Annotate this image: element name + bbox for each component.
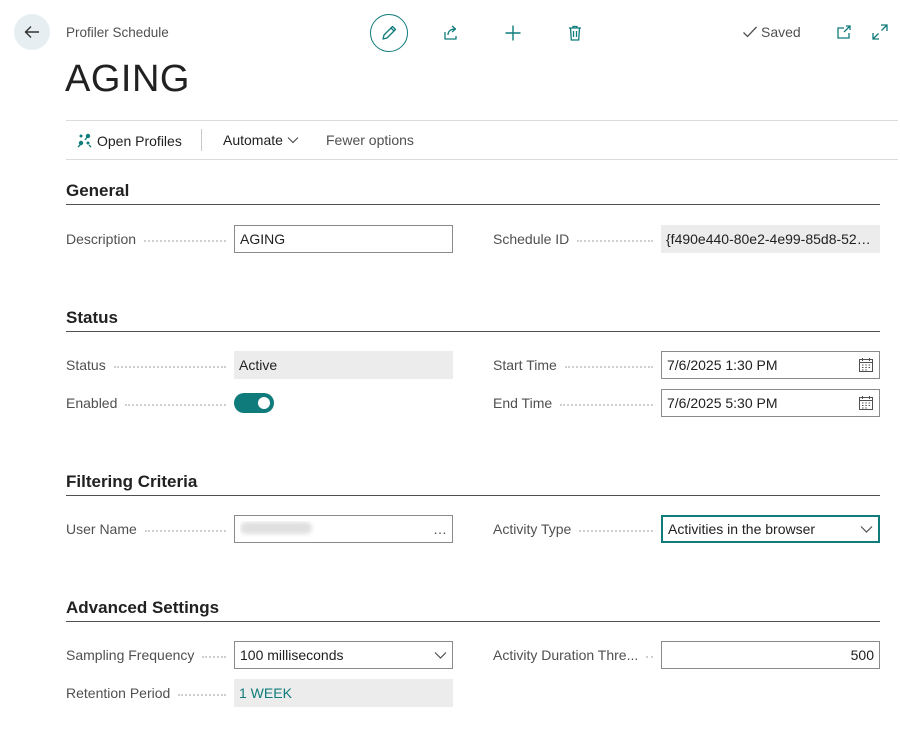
activity-type-value: Activities in the browser	[668, 521, 816, 537]
chevron-down-icon	[434, 652, 447, 659]
automate-label: Automate	[223, 132, 283, 148]
end-time-label: End Time	[493, 395, 653, 411]
advanced-section-title[interactable]: Advanced Settings	[66, 598, 219, 618]
sampling-frequency-label: Sampling Frequency	[66, 647, 226, 663]
checkmark-icon	[743, 26, 757, 38]
start-time-label-text: Start Time	[493, 357, 557, 373]
activity-duration-label-text: Activity Duration Thre...	[493, 647, 639, 663]
user-name-lookup-button[interactable]: …	[433, 521, 447, 537]
calendar-icon	[859, 358, 873, 372]
enabled-label-text: Enabled	[66, 395, 118, 411]
activity-type-label: Activity Type	[493, 521, 653, 537]
open-profiles-label: Open Profiles	[97, 132, 182, 149]
sampling-frequency-dropdown[interactable]	[434, 651, 447, 659]
action-separator	[201, 129, 202, 151]
profiles-icon	[77, 133, 92, 148]
retention-period-field[interactable]: 1 WEEK	[234, 679, 453, 707]
status-field: Active	[234, 351, 453, 379]
status-value: Active	[239, 357, 278, 373]
calendar-icon	[859, 396, 873, 410]
share-icon	[444, 25, 457, 40]
expand-button[interactable]	[868, 20, 892, 44]
start-time-label: Start Time	[493, 357, 653, 373]
start-time-field[interactable]: 7/6/2025 1:30 PM	[661, 351, 880, 379]
expand-diagonal-icon	[872, 24, 888, 40]
retention-period-value[interactable]: 1 WEEK	[239, 685, 448, 701]
schedule-id-value: {f490e440-80e2-4e99-85d8-52d...	[666, 231, 875, 247]
popout-button[interactable]	[832, 20, 856, 44]
retention-period-label-text: Retention Period	[66, 685, 171, 701]
page-title: AGING	[65, 58, 190, 100]
status-label: Status	[66, 357, 226, 373]
status-label-text: Status	[66, 357, 106, 373]
activity-duration-value: 500	[850, 647, 874, 663]
filtering-section-title[interactable]: Filtering Criteria	[66, 472, 197, 492]
saved-status: Saved	[742, 24, 801, 40]
trash-icon	[569, 25, 581, 41]
schedule-id-field: {f490e440-80e2-4e99-85d8-52d...	[661, 225, 880, 253]
end-time-calendar-button[interactable]	[858, 395, 874, 411]
user-name-value-redacted	[240, 521, 427, 537]
new-button[interactable]	[500, 20, 526, 46]
schedule-id-label: Schedule ID	[493, 231, 653, 247]
description-label: Description	[66, 231, 226, 247]
page-caption: Profiler Schedule	[66, 25, 169, 40]
description-field[interactable]: AGING	[234, 225, 453, 253]
activity-duration-label: Activity Duration Thre...	[493, 647, 653, 663]
status-section-title[interactable]: Status	[66, 308, 118, 328]
start-time-value: 7/6/2025 1:30 PM	[667, 357, 778, 373]
action-bar: Open Profiles Automate Fewer options	[66, 120, 898, 160]
back-arrow-icon	[24, 26, 39, 38]
general-section-rule	[66, 204, 880, 205]
fewer-options-label: Fewer options	[326, 132, 414, 148]
open-profiles-action[interactable]: Open Profiles	[76, 132, 182, 149]
description-label-text: Description	[66, 231, 137, 247]
user-name-label-text: User Name	[66, 521, 137, 537]
retention-period-label: Retention Period	[66, 685, 226, 701]
sampling-frequency-label-text: Sampling Frequency	[66, 647, 195, 663]
end-time-label-text: End Time	[493, 395, 553, 411]
enabled-label: Enabled	[66, 395, 226, 411]
user-name-label: User Name	[66, 521, 226, 537]
plus-icon	[505, 25, 521, 41]
open-in-new-window-icon	[837, 25, 851, 39]
filtering-section-rule	[66, 495, 880, 496]
chevron-down-icon	[287, 137, 299, 144]
activity-type-dropdown[interactable]	[860, 525, 873, 533]
schedule-id-label-text: Schedule ID	[493, 231, 570, 247]
activity-type-label-text: Activity Type	[493, 521, 572, 537]
sampling-frequency-select[interactable]: 100 milliseconds	[234, 641, 453, 669]
end-time-field[interactable]: 7/6/2025 5:30 PM	[661, 389, 880, 417]
share-button[interactable]	[438, 20, 464, 46]
activity-type-select[interactable]: Activities in the browser	[661, 515, 880, 543]
edit-button[interactable]	[370, 14, 408, 52]
saved-label: Saved	[761, 24, 801, 40]
toggle-knob	[258, 397, 270, 409]
delete-button[interactable]	[562, 20, 588, 46]
status-section-rule	[66, 331, 880, 332]
chevron-down-icon	[860, 526, 873, 533]
enabled-toggle[interactable]	[234, 393, 274, 413]
fewer-options-action[interactable]: Fewer options	[326, 132, 414, 148]
back-button[interactable]	[14, 14, 50, 50]
description-value: AGING	[240, 231, 286, 247]
general-section-title[interactable]: General	[66, 181, 129, 201]
automate-menu[interactable]: Automate	[223, 132, 299, 148]
pencil-icon	[382, 25, 397, 40]
sampling-frequency-value: 100 milliseconds	[240, 647, 344, 663]
end-time-value: 7/6/2025 5:30 PM	[667, 395, 778, 411]
start-time-calendar-button[interactable]	[858, 357, 874, 373]
user-name-field[interactable]: …	[234, 515, 453, 543]
advanced-section-rule	[66, 621, 880, 622]
activity-duration-field[interactable]: 500	[661, 641, 880, 669]
